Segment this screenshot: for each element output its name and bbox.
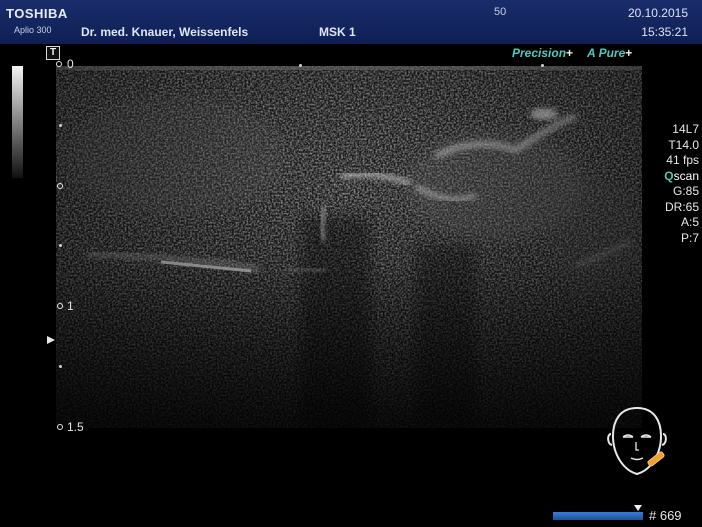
header-bar: TOSHIBA Aplio 300 Dr. med. Knauer, Weiss… [0, 0, 702, 44]
depth-label-1: 1 [67, 299, 74, 313]
depth-marker-1 [57, 303, 63, 309]
lateral-tick [299, 64, 302, 67]
ultrasound-screen: TOSHIBA Aplio 300 Dr. med. Knauer, Weiss… [0, 0, 702, 527]
header-value: 50 [494, 6, 507, 18]
depth-marker [57, 183, 63, 189]
depth-marker-0 [56, 61, 62, 67]
qscan-q: Q [664, 168, 674, 183]
precision-text: Precision [512, 46, 567, 60]
acquisition-parameters: 14L7 T14.0 41 fps Qscan G:85 DR:65 A:5 P… [649, 122, 699, 246]
depth-tick [59, 124, 62, 127]
cine-loop-bar[interactable] [553, 512, 643, 520]
apure-plus: + [625, 46, 633, 60]
fps-label: 41 fps [666, 153, 699, 167]
exam-date: 20.10.2015 [627, 6, 688, 20]
p-param-label: P:7 [680, 230, 699, 245]
body-marker[interactable] [605, 404, 669, 480]
depth-label-1-5: 1.5 [67, 420, 84, 434]
ultrasound-image[interactable] [56, 66, 642, 428]
clinic-name: Dr. med. Knauer, Weissenfels [81, 25, 249, 39]
depth-label-0: 0 [67, 57, 74, 71]
a-param-label: A:5 [680, 215, 699, 229]
exam-preset: MSK 1 [319, 25, 356, 39]
device-model: Aplio 300 [14, 25, 52, 35]
probe-label: 14L7 [672, 122, 699, 136]
gain-label: G:85 [672, 184, 699, 198]
focus-marker-icon[interactable] [47, 336, 55, 344]
depth-marker-1-5 [57, 424, 63, 430]
frame-counter: # 669 [649, 508, 682, 523]
apure-label: A Pure+ [587, 46, 632, 60]
probe-icon [647, 451, 665, 467]
dynamic-range-label: DR:65 [664, 199, 699, 214]
head-face-icon [607, 406, 667, 476]
qscan-text: scan [673, 168, 699, 183]
grayscale-bar [12, 66, 23, 178]
depth-tick [59, 365, 62, 368]
transducer-orientation-marker: T [46, 46, 60, 60]
precision-plus: + [566, 46, 574, 60]
lateral-tick [541, 64, 544, 67]
qscan-label: Qscan [649, 169, 699, 185]
cine-position-marker-icon[interactable] [634, 505, 642, 511]
exam-time: 15:35:21 [641, 25, 688, 39]
apure-a: A [587, 46, 596, 60]
frequency-label: T14.0 [668, 137, 699, 152]
depth-tick [59, 244, 62, 247]
ultrasound-scan [56, 66, 642, 428]
precision-label: Precision+ [512, 46, 573, 60]
apure-text: Pure [598, 46, 626, 60]
brand-logo: TOSHIBA [6, 6, 68, 21]
